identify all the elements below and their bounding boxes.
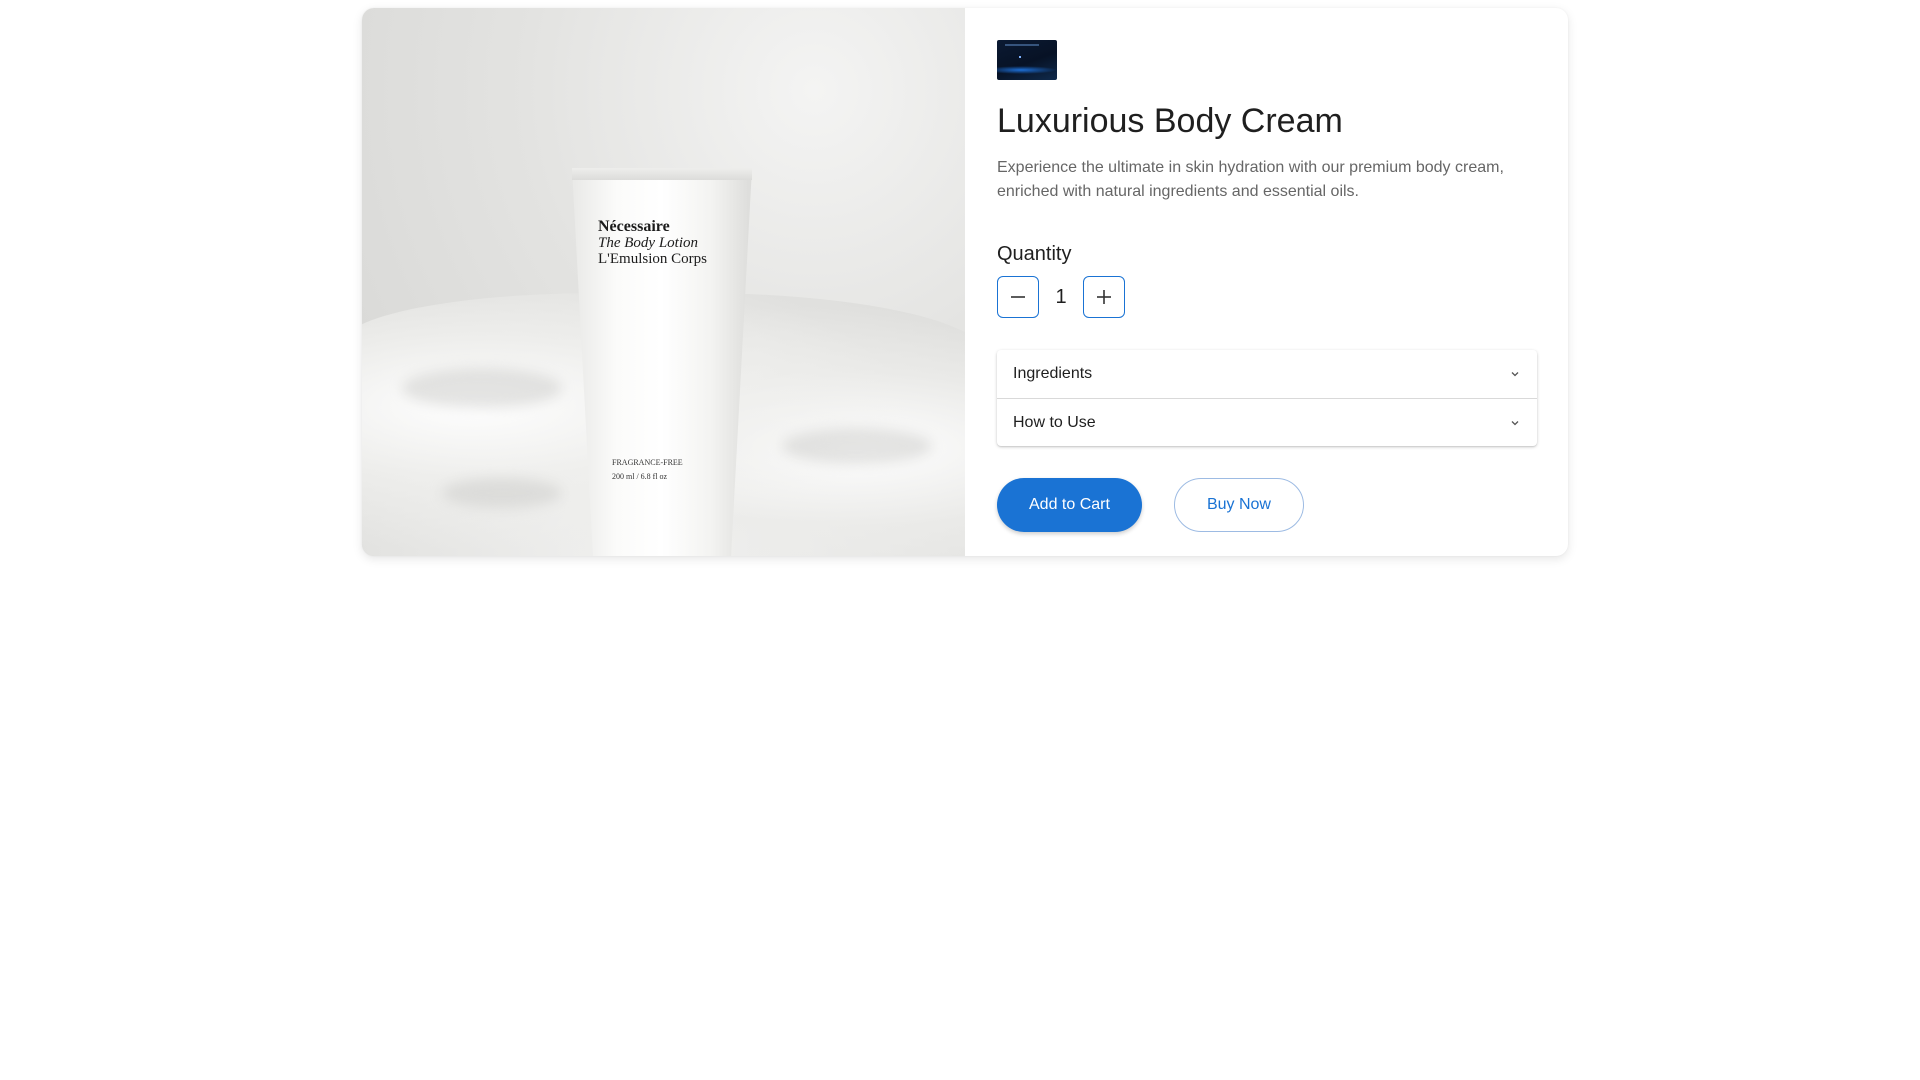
product-accordion: Ingredients How to Use [997, 350, 1537, 446]
tube-product-line: The Body Lotion [598, 235, 698, 251]
accordion-label: How to Use [1013, 413, 1096, 431]
tube-fragrance: FRAGRANCE-FREE [612, 458, 683, 467]
quantity-label: Quantity [997, 243, 1072, 265]
purchase-actions: Add to Cart Buy Now [997, 478, 1537, 532]
buy-now-button[interactable]: Buy Now [1173, 478, 1304, 532]
accordion-how-to-use[interactable]: How to Use [997, 398, 1537, 446]
tube-product-line-fr: L'Emulsion Corps [598, 251, 707, 267]
tube-label: Nécessaire The Body Lotion L'Emulsion Co… [598, 218, 738, 267]
quantity-value: 1 [1055, 285, 1067, 308]
tube-fine-print: FRAGRANCE-FREE 200 ml / 6.8 fl oz [612, 456, 683, 484]
accordion-label: Ingredients [1013, 365, 1093, 382]
product-thumbnail[interactable] [997, 40, 1057, 80]
product-description: Experience the ultimate in skin hydratio… [997, 159, 1504, 200]
fabric-fold [782, 428, 932, 464]
product-card: Nécessaire The Body Lotion L'Emulsion Co… [362, 8, 1568, 556]
product-info: Luxurious Body Cream Experience the ulti… [965, 8, 1568, 556]
product-image: Nécessaire The Body Lotion L'Emulsion Co… [362, 8, 965, 556]
lotion-tube-crimp [572, 168, 752, 180]
chevron-down-icon [1509, 417, 1521, 429]
fabric-fold [402, 368, 562, 408]
minus-icon [1011, 296, 1025, 298]
quantity-stepper: 1 [997, 276, 1537, 318]
plus-icon [1097, 290, 1111, 304]
tube-brand: Nécessaire [598, 218, 670, 235]
fabric-fold [442, 478, 562, 508]
increment-button[interactable] [1083, 276, 1125, 318]
product-title: Luxurious Body Cream [997, 102, 1343, 140]
chevron-down-icon [1509, 368, 1521, 380]
add-to-cart-button[interactable]: Add to Cart [997, 478, 1142, 532]
decrement-button[interactable] [997, 276, 1039, 318]
accordion-ingredients[interactable]: Ingredients [997, 350, 1537, 398]
tube-volume: 200 ml / 6.8 fl oz [612, 472, 668, 481]
